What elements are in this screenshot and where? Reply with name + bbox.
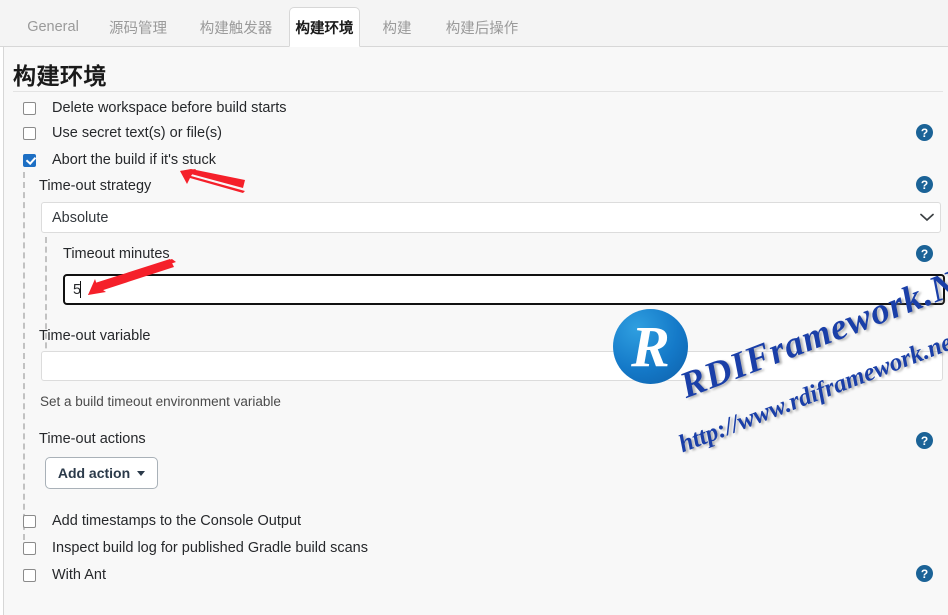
tab-label: 源码管理 bbox=[109, 20, 167, 37]
timeout-minutes-label: Timeout minutes bbox=[63, 246, 170, 262]
tab-bar: General 源码管理 构建触发器 构建环境 构建 构建后操作 bbox=[0, 0, 948, 47]
checkbox-row-use-secret-text[interactable]: Use secret text(s) or file(s) bbox=[23, 125, 222, 141]
inspect-build-log-checkbox[interactable] bbox=[23, 541, 36, 555]
with-ant-checkbox[interactable] bbox=[23, 568, 36, 582]
checkbox-label: Abort the build if it's stuck bbox=[52, 152, 216, 168]
tab-post-build[interactable]: 构建后操作 bbox=[430, 7, 534, 47]
help-icon-timeout-minutes[interactable]: ? bbox=[916, 245, 933, 262]
help-icon-with-ant[interactable]: ? bbox=[916, 565, 933, 582]
tab-build-triggers[interactable]: 构建触发器 bbox=[184, 7, 288, 47]
tab-label: 构建触发器 bbox=[199, 20, 273, 37]
tab-label: 构建后操作 bbox=[445, 20, 519, 37]
checkbox-row-with-ant[interactable]: With Ant bbox=[23, 567, 106, 583]
tab-build-environment[interactable]: 构建环境 bbox=[289, 7, 360, 47]
tab-source-control[interactable]: 源码管理 bbox=[94, 7, 182, 47]
add-action-label: Add action bbox=[57, 465, 131, 481]
tab-label: 构建 bbox=[382, 20, 412, 37]
timeout-minutes-input[interactable] bbox=[63, 274, 945, 305]
add-timestamps-checkbox[interactable] bbox=[23, 514, 36, 528]
abort-if-stuck-checkbox[interactable] bbox=[23, 153, 36, 167]
help-glyph: ? bbox=[920, 433, 929, 448]
delete-workspace-checkbox[interactable] bbox=[23, 101, 36, 115]
checkbox-row-delete-workspace[interactable]: Delete workspace before build starts bbox=[23, 100, 287, 116]
tab-label: 构建环境 bbox=[295, 20, 354, 37]
page-title: 构建环境 bbox=[13, 63, 107, 89]
caret-down-icon bbox=[137, 470, 146, 476]
title-divider bbox=[13, 91, 943, 92]
help-icon-use-secret-text[interactable]: ? bbox=[916, 124, 933, 141]
checkbox-label: Use secret text(s) or file(s) bbox=[52, 125, 222, 141]
checkbox-row-add-timestamps[interactable]: Add timestamps to the Console Output bbox=[23, 513, 301, 529]
timeout-variable-input[interactable] bbox=[41, 351, 943, 381]
checkbox-label: Delete workspace before build starts bbox=[52, 100, 287, 116]
use-secret-text-checkbox[interactable] bbox=[23, 126, 36, 140]
checkbox-label: Inspect build log for published Gradle b… bbox=[52, 540, 368, 556]
help-glyph: ? bbox=[920, 246, 929, 261]
timeout-strategy-select[interactable]: AbsoluteDeadlineElasticLikely stuckNo Ac… bbox=[41, 202, 941, 233]
timeout-strategy-label: Time-out strategy bbox=[39, 178, 152, 194]
checkbox-row-inspect-build-log[interactable]: Inspect build log for published Gradle b… bbox=[23, 540, 368, 556]
help-glyph: ? bbox=[920, 566, 929, 581]
nesting-guide-outer bbox=[23, 172, 25, 550]
help-glyph: ? bbox=[920, 177, 929, 192]
text-caret bbox=[80, 281, 81, 298]
checkbox-label: Add timestamps to the Console Output bbox=[52, 513, 302, 529]
tab-label: General bbox=[27, 19, 79, 35]
timeout-variable-description: Set a build timeout environment variable bbox=[40, 394, 281, 409]
timeout-variable-label: Time-out variable bbox=[39, 328, 151, 344]
add-action-button[interactable]: Add action bbox=[45, 457, 158, 489]
tab-general[interactable]: General bbox=[14, 7, 92, 47]
timeout-actions-label: Time-out actions bbox=[39, 431, 146, 447]
help-icon-timeout-strategy[interactable]: ? bbox=[916, 176, 933, 193]
checkbox-label: With Ant bbox=[52, 567, 106, 583]
build-environment-panel: 构建环境 Delete workspace before build start… bbox=[3, 47, 948, 615]
help-glyph: ? bbox=[920, 125, 929, 140]
tab-build[interactable]: 构建 bbox=[366, 7, 428, 47]
help-icon-timeout-actions[interactable]: ? bbox=[916, 432, 933, 449]
checkbox-row-abort-if-stuck[interactable]: Abort the build if it's stuck bbox=[23, 152, 216, 168]
